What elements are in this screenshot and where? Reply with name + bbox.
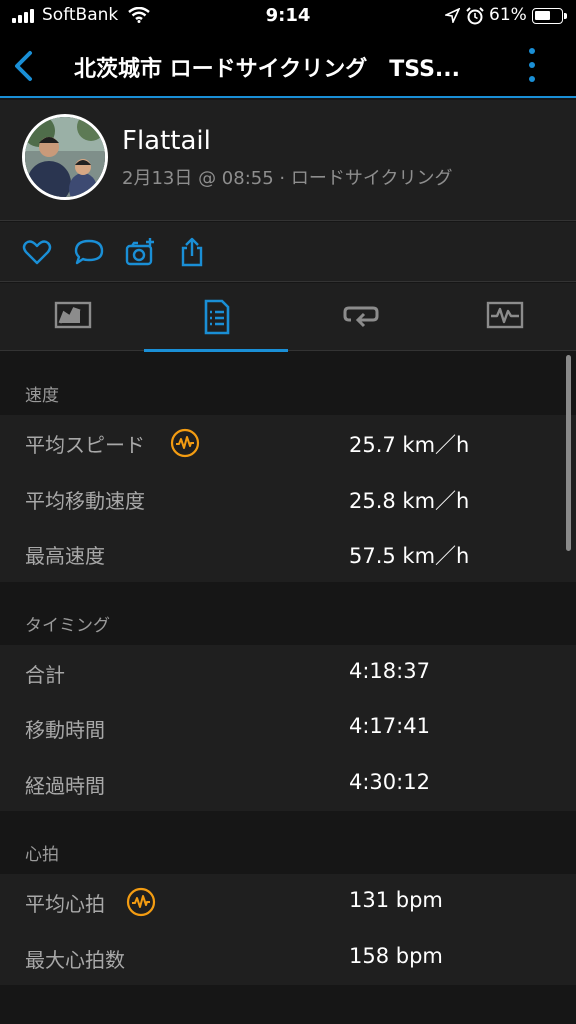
stat-label: 経過時間	[25, 773, 105, 798]
section-speed: 平均スピード 25.7 km／h 平均移動速度 25.8 km／h 最高速度 5…	[0, 415, 576, 582]
stat-row: 移動時間 4:17:41	[0, 700, 576, 756]
avatar[interactable]	[22, 114, 108, 200]
share-icon[interactable]	[176, 236, 208, 268]
tab-graphs[interactable]	[432, 283, 576, 351]
tab-laps[interactable]	[288, 283, 432, 351]
nav-bar: 北茨城市 ロードサイクリング TSS...	[0, 34, 576, 98]
map-chart-icon	[54, 301, 92, 329]
battery-level	[535, 11, 550, 20]
status-bar: SoftBank 9:14 61%	[0, 0, 576, 34]
stat-value: 25.7 km／h	[349, 433, 470, 457]
stats-list[interactable]: 速度 平均スピード 25.7 km／h 平均移動速度 25.8 km／h 最高速…	[0, 352, 576, 1024]
stat-value: 25.8 km／h	[349, 488, 470, 513]
stat-row: 最高速度 57.5 km／h	[0, 526, 576, 582]
laps-repeat-icon	[343, 306, 379, 328]
activity-graph-icon	[486, 301, 524, 329]
athlete-name[interactable]: Flattail	[122, 126, 211, 156]
stat-label: 平均移動速度	[25, 488, 145, 513]
section-heart-rate: 平均心拍 131 bpm 最大心拍数 158 bpm	[0, 874, 576, 985]
activity-header: Flattail 2月13日 @ 08:55 · ロードサイクリング	[0, 100, 576, 221]
alarm-icon	[466, 7, 484, 25]
stat-label: 移動時間	[25, 718, 105, 742]
back-chevron-icon[interactable]	[10, 50, 38, 82]
section-header-speed: 速度	[25, 386, 59, 406]
pulse-badge-icon[interactable]	[126, 887, 156, 917]
stat-label: 合計	[25, 662, 65, 687]
battery-percent: 61%	[489, 5, 527, 25]
stat-row: 合計 4:18:37	[0, 645, 576, 701]
stat-value: 131 bpm	[349, 888, 443, 912]
section-header-heart-rate: 心拍	[25, 845, 59, 865]
location-icon	[445, 8, 460, 23]
add-photo-icon[interactable]	[124, 236, 156, 268]
stat-row: 経過時間 4:30:12	[0, 756, 576, 812]
stat-value: 4:30:12	[349, 769, 430, 794]
stat-row: 平均スピード 25.7 km／h	[0, 415, 576, 471]
stat-label: 平均心拍	[25, 892, 105, 916]
stat-label: 最高速度	[25, 544, 105, 568]
stat-row: 平均移動速度 25.8 km／h	[0, 471, 576, 527]
stat-value: 158 bpm	[349, 943, 443, 968]
stat-label: 最大心拍数	[25, 947, 125, 972]
battery-icon	[532, 8, 567, 24]
pulse-badge-icon[interactable]	[170, 428, 200, 458]
activity-meta: 2月13日 @ 08:55 · ロードサイクリング	[122, 168, 453, 189]
tab-stats[interactable]	[144, 283, 288, 352]
section-header-timing: タイミング	[25, 615, 110, 636]
comment-icon[interactable]	[73, 236, 105, 268]
stat-value: 57.5 km／h	[349, 544, 470, 568]
tab-map[interactable]	[0, 283, 144, 351]
document-list-icon	[204, 299, 230, 335]
stat-row: 最大心拍数 158 bpm	[0, 930, 576, 986]
stat-row: 平均心拍 131 bpm	[0, 874, 576, 930]
stat-label: 平均スピード	[25, 433, 145, 457]
page-title: 北茨城市 ロードサイクリング TSS...	[74, 57, 461, 82]
stat-value: 4:18:37	[349, 658, 430, 683]
action-row	[0, 222, 576, 282]
heart-icon[interactable]	[21, 236, 53, 268]
stat-value: 4:17:41	[349, 714, 430, 738]
scrollbar[interactable]	[566, 355, 571, 551]
more-options-icon[interactable]	[527, 48, 537, 82]
section-timing: 合計 4:18:37 移動時間 4:17:41 経過時間 4:30:12	[0, 644, 576, 812]
tab-bar	[0, 283, 576, 352]
